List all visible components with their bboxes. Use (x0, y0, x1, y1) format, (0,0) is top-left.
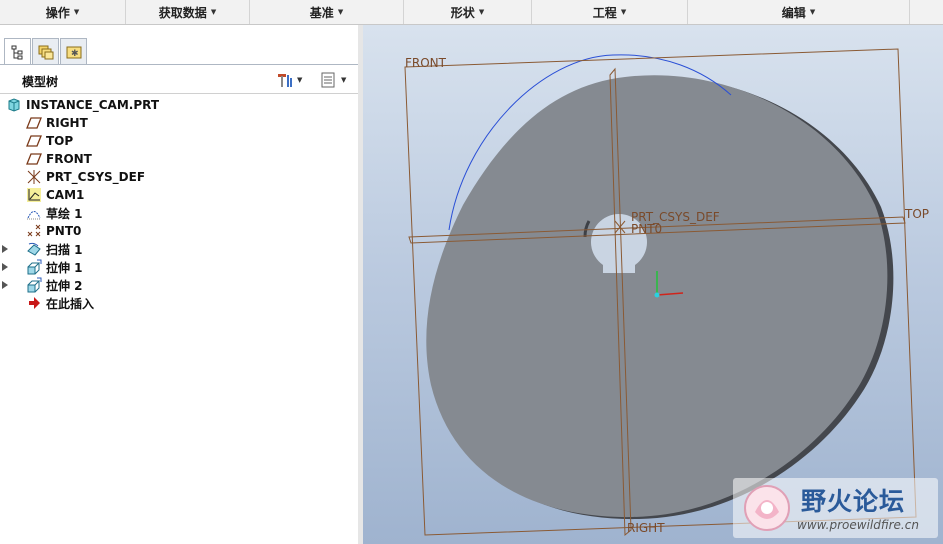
svg-text:✱: ✱ (71, 49, 79, 59)
datum-label-front: FRONT (405, 56, 447, 70)
part-icon (6, 97, 22, 113)
extrude-icon (26, 259, 42, 275)
watermark-url: www.proewildfire.cn (797, 518, 919, 532)
tree-settings-icon (276, 72, 292, 88)
tree-item-sketch1[interactable]: 草绘 1 (26, 204, 83, 222)
menu-get-data[interactable]: 获取数据 ▼ (126, 0, 250, 24)
tree-item-csys[interactable]: PRT_CSYS_DEF (26, 168, 145, 186)
model-tree-header: 模型树 ▼ ▼ (0, 67, 358, 94)
tree-item-extrude1[interactable]: 拉伸 1 (2, 258, 83, 276)
tree-item-front[interactable]: FRONT (26, 150, 92, 168)
graphics-viewport[interactable]: FRONT TOP RIGHT PRT_CSYS_DEF PNT0 (363, 25, 943, 544)
favorites-icon: ✱ (66, 44, 82, 60)
chevron-down-icon: ▼ (620, 8, 627, 16)
chevron-down-icon: ▼ (478, 8, 485, 16)
insert-here-arrow-icon (26, 295, 42, 311)
chevron-down-icon: ▼ (337, 8, 344, 16)
expand-arrow-icon[interactable] (2, 281, 8, 289)
navigator-panel: ✱ 模型树 ▼ ▼ INSTANCE_CAM.PRT RIGHT TOP FRO… (0, 25, 362, 544)
datum-label-point: PNT0 (631, 222, 662, 236)
tree-item-pnt0[interactable]: PNT0 (26, 222, 81, 240)
sketch-icon (26, 205, 42, 221)
menu-operations[interactable]: 操作 ▼ (0, 0, 126, 24)
tab-divider (0, 64, 358, 65)
tree-item-top[interactable]: TOP (26, 132, 73, 150)
datum-plane-icon (26, 133, 42, 149)
watermark-title: 野火论坛 (801, 487, 906, 516)
folder-browser-icon (38, 44, 54, 60)
extrude-icon (26, 277, 42, 293)
tree-item-part[interactable]: INSTANCE_CAM.PRT (6, 96, 159, 114)
tree-filter-button[interactable]: ▼ (320, 70, 346, 90)
sweep-icon (26, 241, 42, 257)
menu-shapes[interactable]: 形状 ▼ (404, 0, 532, 24)
chevron-down-icon: ▼ (809, 8, 816, 16)
datum-label-top: TOP (904, 207, 929, 221)
watermark-logo (741, 482, 793, 538)
tab-favorites[interactable]: ✱ (60, 38, 87, 64)
menu-engineering[interactable]: 工程 ▼ (532, 0, 688, 24)
menu-datum[interactable]: 基准 ▼ (250, 0, 404, 24)
tab-folder-browser[interactable] (32, 38, 59, 64)
model-tree-icon (10, 44, 26, 60)
chevron-down-icon: ▼ (341, 76, 347, 84)
menu-edit[interactable]: 编辑 ▼ (688, 0, 910, 24)
tree-item-right[interactable]: RIGHT (26, 114, 88, 132)
tree-settings-button[interactable]: ▼ (276, 70, 302, 90)
chevron-down-icon: ▼ (73, 8, 80, 16)
datum-plane-icon (26, 151, 42, 167)
coordinate-system-icon (26, 169, 42, 185)
model-tree-title: 模型树 (22, 75, 59, 89)
navigator-tabs: ✱ (4, 38, 88, 64)
tree-item-insert-here[interactable]: 在此插入 (26, 294, 94, 312)
tree-item-cam1[interactable]: CAM1 (26, 186, 84, 204)
tree-item-extrude2[interactable]: 拉伸 2 (2, 276, 83, 294)
expand-arrow-icon[interactable] (2, 245, 8, 253)
datum-label-right: RIGHT (627, 521, 665, 535)
chevron-down-icon: ▼ (210, 8, 217, 16)
tree-item-sweep1[interactable]: 扫描 1 (2, 240, 83, 258)
tree-filter-icon (320, 72, 336, 88)
datum-point-icon (26, 223, 42, 239)
tab-model-tree[interactable] (4, 38, 31, 64)
chevron-down-icon: ▼ (297, 76, 303, 84)
watermark: 野火论坛 www.proewildfire.cn (733, 478, 938, 538)
menu-overflow (910, 0, 943, 24)
menu-bar: 操作 ▼ 获取数据 ▼ 基准 ▼ 形状 ▼ 工程 ▼ 编辑 ▼ (0, 0, 943, 25)
cam-icon (26, 187, 42, 203)
datum-plane-icon (26, 115, 42, 131)
expand-arrow-icon[interactable] (2, 263, 8, 271)
